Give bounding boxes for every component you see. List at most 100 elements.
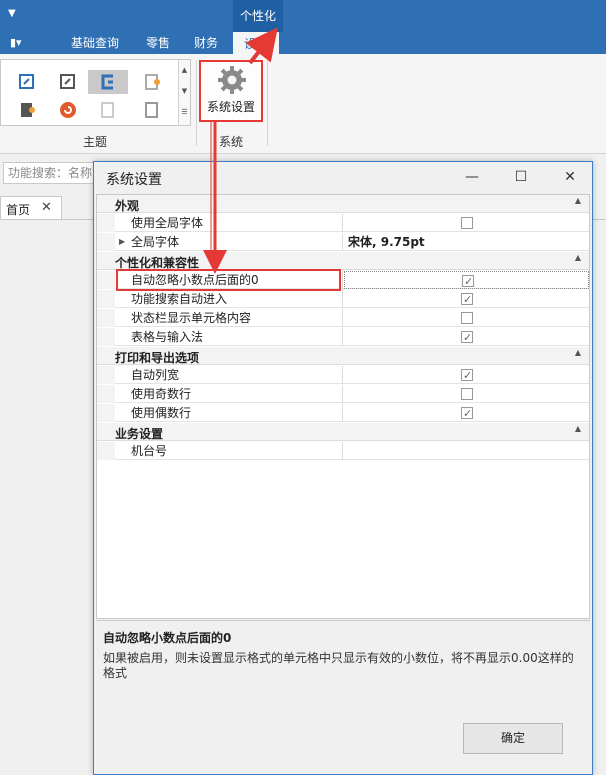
property-label: 机台号 bbox=[115, 442, 343, 460]
theme-light-icon[interactable] bbox=[98, 100, 118, 120]
row-gutter bbox=[97, 271, 115, 289]
scroll-down-icon[interactable]: ▼ bbox=[179, 81, 190, 102]
description-title: 自动忽略小数点后面的0 bbox=[103, 631, 232, 645]
property-row-table-input[interactable]: 表格与输入法 bbox=[97, 328, 589, 347]
theme-gallery[interactable]: ▲ ▼ ☰ bbox=[0, 59, 191, 126]
checkbox-unchecked[interactable] bbox=[461, 217, 473, 229]
category-appearance[interactable]: 外观 ▲ bbox=[97, 195, 589, 213]
property-label: 功能搜索自动进入 bbox=[115, 290, 343, 308]
row-gutter bbox=[97, 404, 115, 422]
category-print-export[interactable]: 打印和导出选项 ▲ bbox=[97, 347, 589, 365]
property-label: 使用奇数行 bbox=[115, 385, 343, 403]
row-gutter bbox=[97, 214, 115, 232]
font-value: 宋体, 9.75pt bbox=[348, 235, 425, 249]
tab-basic-query[interactable]: 基础查询 bbox=[71, 32, 119, 54]
ok-button[interactable]: 确定 bbox=[463, 723, 563, 754]
theme-dark-icon[interactable] bbox=[17, 100, 37, 120]
ribbon-tabs: ▮▾ 基础查询 零售 财务 设置 bbox=[0, 32, 606, 54]
ribbon-separator bbox=[196, 60, 197, 146]
property-value[interactable] bbox=[344, 442, 589, 460]
property-row-terminal-no[interactable]: 机台号 bbox=[97, 442, 589, 460]
scroll-up-icon[interactable]: ▲ bbox=[179, 60, 190, 81]
property-row-statusbar-cell[interactable]: 状态栏显示单元格内容 bbox=[97, 309, 589, 327]
gallery-expand-icon[interactable]: ☰ bbox=[179, 102, 190, 123]
collapse-icon[interactable]: ▲ bbox=[575, 253, 581, 262]
property-value[interactable] bbox=[344, 366, 589, 385]
property-value[interactable]: 宋体, 9.75pt bbox=[344, 233, 589, 251]
category-personalization[interactable]: 个性化和兼容性 ▲ bbox=[97, 252, 589, 270]
title-bar: ▼ 个性化 bbox=[0, 0, 606, 32]
property-label: 自动列宽 bbox=[115, 366, 343, 384]
minimize-icon[interactable]: — bbox=[460, 166, 484, 188]
tab-finance[interactable]: 财务 bbox=[194, 32, 218, 54]
property-label: 全局字体 bbox=[115, 233, 343, 251]
property-value[interactable] bbox=[344, 404, 589, 423]
property-value[interactable] bbox=[344, 309, 589, 327]
system-settings-dialog: 系统设置 — ☐ ✕ 外观 ▲ 使用全局字体 ▶ 全局字体 宋体, 9.75pt… bbox=[93, 161, 593, 775]
system-settings-label: 系统设置 bbox=[206, 100, 255, 114]
row-gutter bbox=[97, 290, 115, 308]
theme-blue-icon[interactable] bbox=[17, 72, 37, 92]
description-text: 如果被启用，则未设置显示格式的单元格中只显示有效的小数位，将不再显示0.00这样… bbox=[103, 651, 574, 680]
theme-selected-icon[interactable] bbox=[98, 72, 118, 92]
row-gutter bbox=[97, 309, 115, 327]
checkbox-checked[interactable] bbox=[461, 367, 473, 385]
checkbox-checked[interactable] bbox=[461, 329, 473, 347]
category-title: 打印和导出选项 bbox=[115, 351, 200, 365]
property-label: 状态栏显示单元格内容 bbox=[115, 309, 343, 327]
category-title: 业务设置 bbox=[115, 427, 164, 441]
description-panel: 自动忽略小数点后面的0 如果被启用，则未设置显示格式的单元格中只显示有效的小数位… bbox=[96, 620, 590, 713]
theme-gray-icon[interactable] bbox=[58, 72, 78, 92]
property-value[interactable] bbox=[344, 290, 589, 309]
property-value[interactable] bbox=[344, 271, 589, 291]
home-tab-label: 首页 bbox=[6, 203, 31, 217]
row-gutter bbox=[97, 328, 115, 346]
app-menu-button[interactable]: ▮▾ bbox=[10, 36, 38, 50]
system-group-label: 系统 bbox=[219, 135, 244, 149]
theme-red-icon[interactable] bbox=[58, 100, 78, 120]
property-row-use-global-font[interactable]: 使用全局字体 bbox=[97, 214, 589, 232]
property-row-global-font[interactable]: ▶ 全局字体 宋体, 9.75pt bbox=[97, 233, 589, 251]
maximize-icon[interactable]: ☐ bbox=[509, 166, 533, 188]
close-icon[interactable]: ✕ bbox=[41, 200, 52, 215]
tab-settings[interactable]: 设置 bbox=[233, 32, 280, 54]
quick-access-dropdown[interactable]: ▼ bbox=[8, 8, 16, 19]
row-gutter bbox=[97, 233, 115, 251]
checkbox-unchecked[interactable] bbox=[461, 388, 473, 400]
property-value[interactable] bbox=[344, 385, 589, 403]
system-settings-button[interactable]: 系统设置 bbox=[199, 60, 263, 122]
theme-silver-icon[interactable] bbox=[142, 100, 162, 120]
close-dialog-icon[interactable]: ✕ bbox=[558, 166, 582, 188]
highlight-box bbox=[116, 269, 341, 291]
tab-home[interactable]: 首页 ✕ bbox=[0, 196, 62, 220]
row-gutter bbox=[97, 385, 115, 403]
row-gutter bbox=[97, 442, 115, 460]
property-label: 使用全局字体 bbox=[115, 214, 343, 232]
category-business[interactable]: 业务设置 ▲ bbox=[97, 423, 589, 441]
collapse-icon[interactable]: ▲ bbox=[575, 196, 581, 205]
checkbox-checked[interactable] bbox=[462, 273, 474, 291]
property-grid: 外观 ▲ 使用全局字体 ▶ 全局字体 宋体, 9.75pt 个性化和兼容性 ▲ … bbox=[96, 194, 590, 619]
collapse-icon[interactable]: ▲ bbox=[575, 424, 581, 433]
property-row-odd-rows[interactable]: 使用奇数行 bbox=[97, 385, 589, 403]
contextual-tab-personalize: 个性化 bbox=[233, 0, 283, 32]
property-row-func-search-auto[interactable]: 功能搜索自动进入 bbox=[97, 290, 589, 309]
property-value[interactable] bbox=[344, 328, 589, 347]
tab-retail[interactable]: 零售 bbox=[146, 32, 170, 54]
ribbon-panel: ▲ ▼ ☰ 主题 系统设置 系统 bbox=[0, 54, 606, 154]
row-gutter bbox=[97, 366, 115, 384]
property-label: 使用偶数行 bbox=[115, 404, 343, 422]
property-row-even-rows[interactable]: 使用偶数行 bbox=[97, 404, 589, 423]
ribbon-separator-2 bbox=[267, 60, 268, 146]
category-title: 外观 bbox=[115, 199, 140, 213]
property-row-auto-col-width[interactable]: 自动列宽 bbox=[97, 366, 589, 385]
property-label: 表格与输入法 bbox=[115, 328, 343, 346]
collapse-icon[interactable]: ▲ bbox=[575, 348, 581, 357]
checkbox-unchecked[interactable] bbox=[461, 312, 473, 324]
checkbox-checked[interactable] bbox=[461, 405, 473, 423]
checkbox-checked[interactable] bbox=[461, 291, 473, 309]
theme-orange-icon[interactable] bbox=[142, 72, 162, 92]
property-value[interactable] bbox=[344, 214, 589, 232]
gallery-scrollbar[interactable]: ▲ ▼ ☰ bbox=[178, 60, 190, 125]
theme-group-label: 主题 bbox=[83, 135, 108, 149]
